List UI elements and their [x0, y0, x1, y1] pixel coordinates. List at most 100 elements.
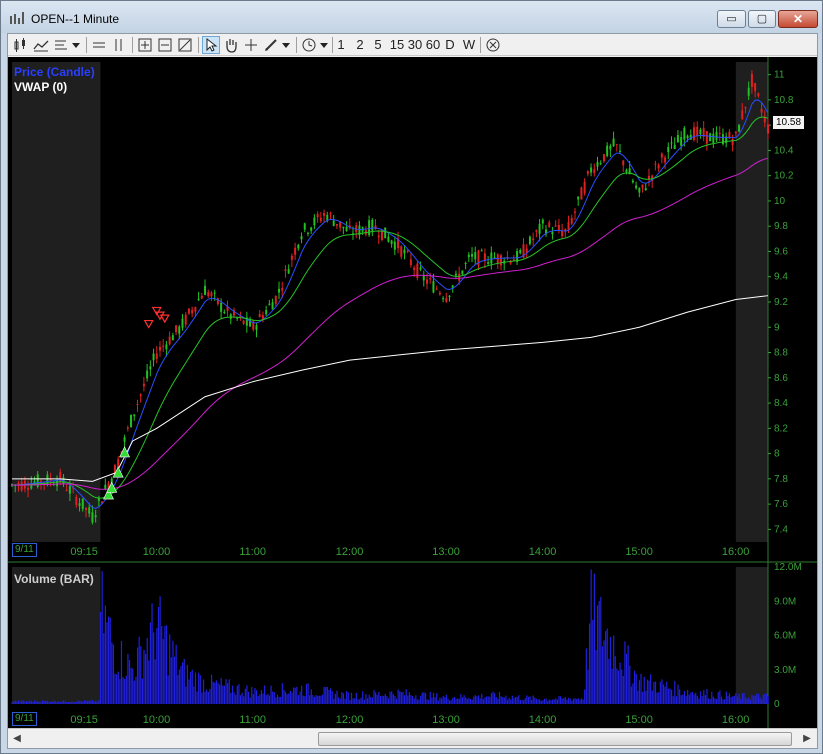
volume-bar — [307, 683, 309, 704]
zoom-out-button[interactable] — [156, 36, 174, 54]
draw-tool-button[interactable] — [262, 36, 280, 54]
volume-bar — [537, 699, 539, 704]
title-bar[interactable]: OPEN--1 Minute ▭ ▢ ✕ — [1, 1, 822, 33]
volume-y-tick-label: 3.0M — [774, 665, 796, 676]
price-volume-chart[interactable]: 1110.810.610.410.2109.89.69.49.298.88.68… — [8, 57, 817, 728]
volume-bar — [34, 700, 36, 704]
volume-bar — [502, 697, 504, 704]
price-candle — [464, 263, 467, 265]
volume-bar — [289, 690, 291, 704]
volume-bar — [728, 693, 731, 704]
volume-bar — [720, 696, 723, 704]
zoom-in-button[interactable] — [176, 36, 194, 54]
volume-bar — [98, 700, 100, 704]
toolbar-separator — [480, 37, 481, 53]
volume-bar — [154, 659, 156, 704]
price-time-tick-label: 11:00 — [239, 546, 266, 558]
price-candle — [91, 512, 94, 523]
maximize-button[interactable]: ▢ — [748, 10, 776, 28]
clock-icon — [302, 38, 316, 52]
price-candle — [760, 108, 763, 113]
price-candle — [554, 225, 557, 227]
volume-bar — [83, 700, 86, 704]
volume-bar — [392, 694, 394, 704]
volume-bar — [521, 699, 523, 704]
close-chart-button[interactable] — [484, 36, 502, 54]
price-candle — [207, 292, 210, 297]
horizontal-line-button[interactable] — [90, 36, 108, 54]
price-y-tick-label: 11 — [774, 70, 785, 81]
interval-15[interactable]: 15 — [389, 36, 405, 54]
crosshair-tool-button[interactable] — [242, 36, 260, 54]
volume-bar — [67, 701, 69, 704]
price-candle — [316, 213, 319, 218]
draw-dropdown[interactable] — [280, 36, 292, 54]
volume-bar — [625, 653, 628, 704]
bar-style-button[interactable] — [52, 36, 70, 54]
interval-5[interactable]: 5 — [372, 36, 384, 54]
hand-tool-button[interactable] — [222, 36, 240, 54]
dropdown-icon — [320, 43, 328, 48]
price-candle — [377, 235, 380, 238]
volume-bar — [724, 699, 726, 704]
volume-bar — [162, 638, 164, 704]
volume-bar — [386, 695, 388, 704]
volume-bar — [292, 687, 295, 704]
volume-bar — [394, 696, 396, 704]
volume-bar — [156, 628, 158, 704]
scroll-left-icon[interactable]: ◀ — [9, 731, 25, 747]
price-candle — [596, 161, 599, 167]
price-candle — [580, 187, 583, 200]
chart-canvas[interactable]: 1110.810.610.410.2109.89.69.49.298.88.68… — [8, 57, 817, 728]
volume-bar — [576, 699, 578, 704]
price-candle — [187, 308, 190, 314]
volume-bar — [164, 626, 166, 704]
close-button[interactable]: ✕ — [778, 10, 818, 28]
interval-60[interactable]: 60 — [425, 36, 441, 54]
volume-bar — [481, 693, 483, 704]
scroll-thumb[interactable] — [318, 732, 792, 746]
volume-bar — [354, 698, 356, 704]
volume-bar — [473, 696, 475, 704]
interval-weekly[interactable]: W — [462, 36, 476, 54]
interval-daily[interactable]: D — [444, 36, 456, 54]
volume-bar — [273, 692, 275, 704]
volume-bar — [201, 692, 203, 704]
volume-bar — [730, 697, 732, 704]
volume-bar — [87, 700, 89, 704]
horizontal-scrollbar[interactable]: ◀ ▶ — [8, 728, 817, 748]
volume-bar — [510, 699, 512, 704]
minimize-button[interactable]: ▭ — [717, 10, 746, 28]
price-candle — [368, 220, 371, 235]
volume-time-tick-label: 10:00 — [143, 714, 171, 726]
interval-30[interactable]: 30 — [407, 36, 423, 54]
clock-button[interactable] — [300, 36, 318, 54]
line-style-button[interactable] — [32, 36, 50, 54]
volume-bar — [153, 632, 155, 704]
candle-style-button[interactable] — [12, 36, 30, 54]
volume-bar — [182, 662, 184, 704]
volume-bar — [50, 701, 52, 704]
scroll-right-icon[interactable]: ▶ — [799, 731, 815, 747]
volume-bar — [622, 675, 624, 704]
price-candle — [757, 93, 760, 96]
volume-bar — [624, 641, 626, 704]
zoom-fit-button[interactable] — [136, 36, 154, 54]
toolbar-separator — [132, 37, 133, 53]
price-y-tick-label: 10.4 — [774, 145, 794, 156]
volume-bar — [584, 689, 586, 704]
volume-bar — [210, 674, 213, 704]
volume-bar — [291, 692, 293, 704]
volume-time-tick-label: 11:00 — [239, 714, 266, 726]
volume-bar — [540, 700, 542, 704]
price-candle — [68, 486, 71, 494]
volume-bar — [238, 684, 240, 704]
vertical-lines-button[interactable] — [110, 36, 128, 54]
volume-bar — [272, 691, 274, 704]
pointer-tool-button[interactable] — [202, 36, 220, 54]
clock-dropdown[interactable] — [318, 36, 330, 54]
volume-bar — [157, 606, 160, 704]
style-dropdown[interactable] — [70, 36, 82, 54]
interval-2[interactable]: 2 — [354, 36, 366, 54]
interval-1[interactable]: 1 — [335, 36, 347, 54]
